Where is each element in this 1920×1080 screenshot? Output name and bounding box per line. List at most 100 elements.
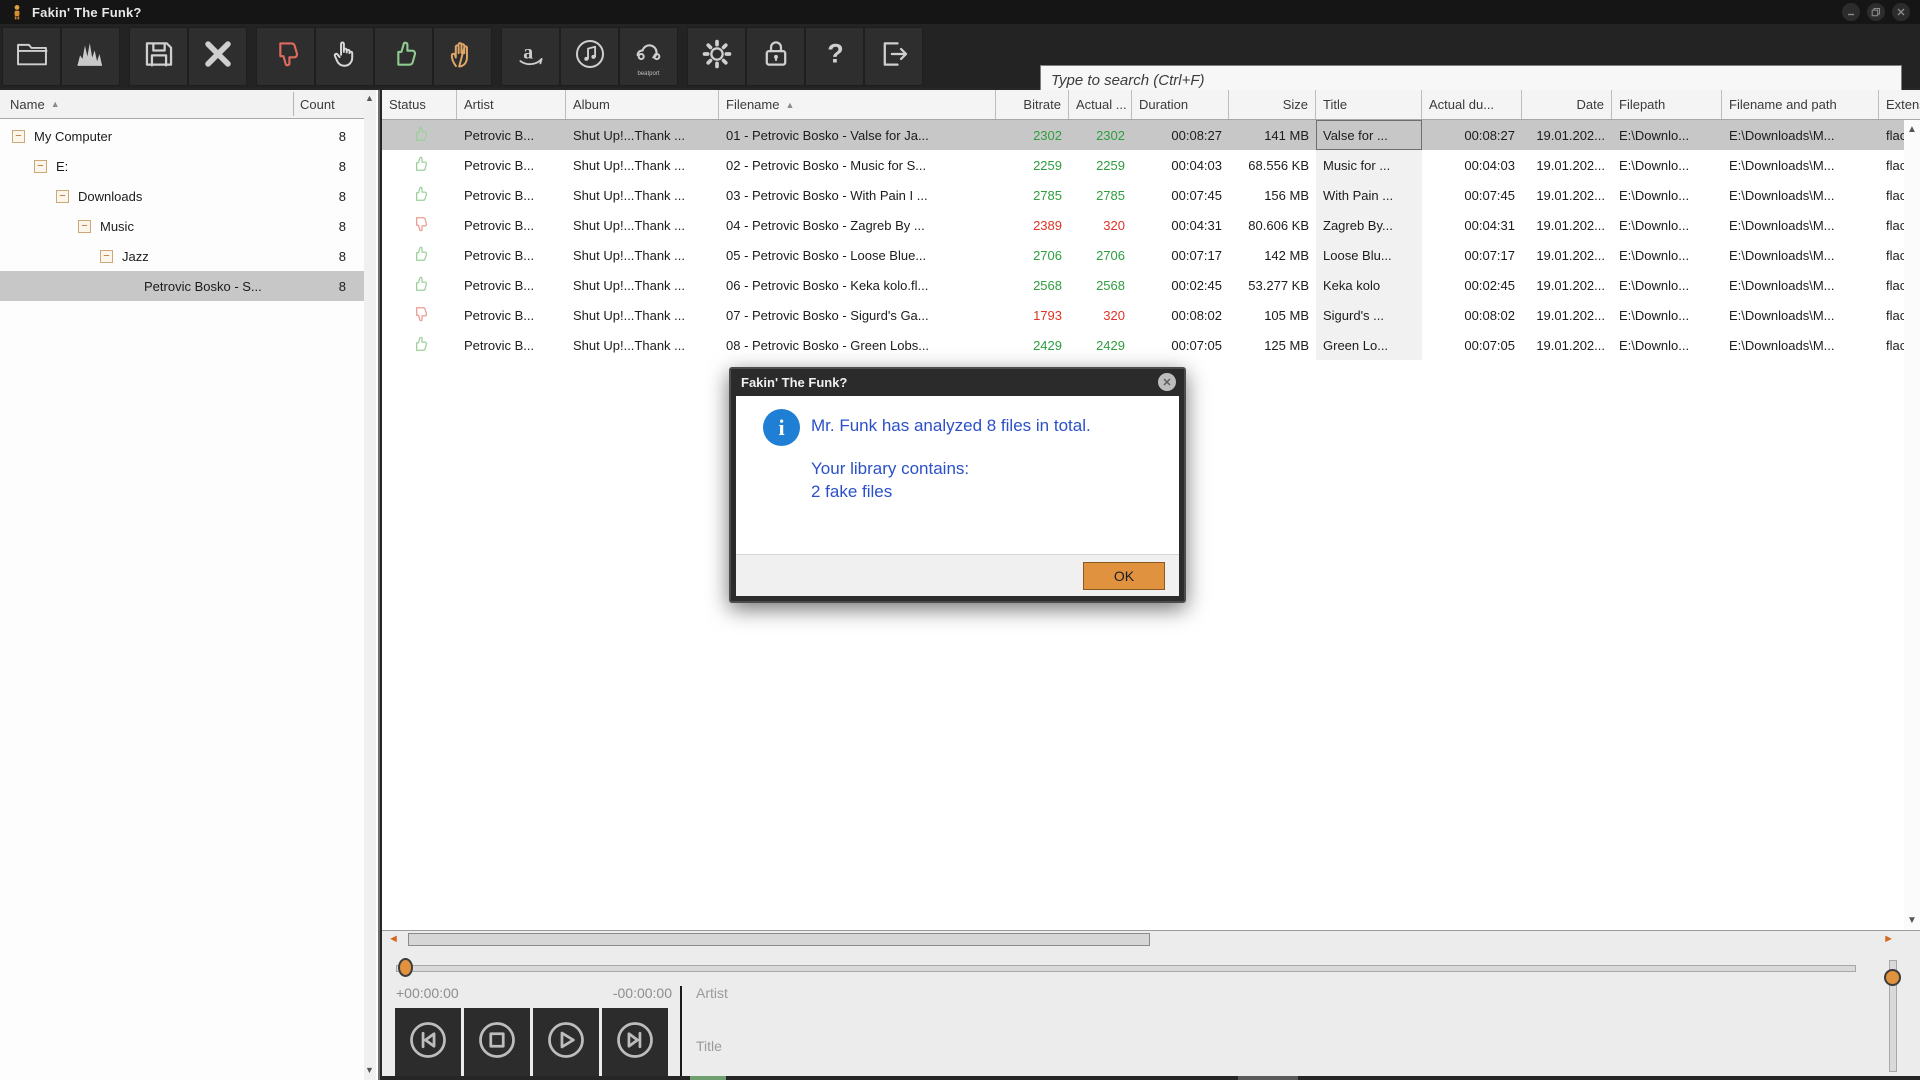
column-header-filename_and_path[interactable]: Filename and path: [1722, 90, 1879, 119]
cell-artist: Petrovic B...: [457, 300, 566, 330]
table-row[interactable]: Petrovic B...Shut Up!...Thank ...05 - Pe…: [382, 240, 1920, 270]
column-header-label: Album: [573, 97, 610, 112]
cell-artist: Petrovic B...: [457, 180, 566, 210]
scroll-down-icon[interactable]: ▼: [365, 1065, 374, 1075]
cell-album: Shut Up!...Thank ...: [566, 270, 719, 300]
table-row[interactable]: Petrovic B...Shut Up!...Thank ...07 - Pe…: [382, 300, 1920, 330]
skip-back-button[interactable]: [395, 1008, 461, 1076]
pointing-finger-button[interactable]: [316, 28, 373, 85]
tree-item-downloads[interactable]: −Downloads8: [0, 181, 366, 211]
table-row[interactable]: Petrovic B...Shut Up!...Thank ...03 - Pe…: [382, 180, 1920, 210]
player-bar: +00:00:00 -00:00:00 Artist Title: [382, 948, 1920, 1076]
tree-item-music[interactable]: −Music8: [0, 211, 366, 241]
settings-gear-icon: [700, 37, 734, 76]
column-header-artist[interactable]: Artist: [457, 90, 566, 119]
table-row[interactable]: Petrovic B...Shut Up!...Thank ...04 - Pe…: [382, 210, 1920, 240]
table-row[interactable]: Petrovic B...Shut Up!...Thank ...08 - Pe…: [382, 330, 1920, 360]
dialog-close-icon[interactable]: ✕: [1158, 373, 1176, 391]
skip-forward-button[interactable]: [602, 1008, 668, 1076]
column-header-actual_bitrate[interactable]: Actual ...: [1069, 90, 1132, 119]
amazon-button[interactable]: a: [502, 28, 559, 85]
cell-date: 19.01.202...: [1522, 270, 1612, 300]
column-header-filepath[interactable]: Filepath: [1612, 90, 1722, 119]
stop-hand-button[interactable]: [434, 28, 491, 85]
column-header-status[interactable]: Status: [382, 90, 457, 119]
lock-button[interactable]: [747, 28, 804, 85]
cell-album: Shut Up!...Thank ...: [566, 330, 719, 360]
collapse-icon[interactable]: −: [12, 130, 25, 143]
column-header-title[interactable]: Title: [1316, 90, 1422, 119]
help-icon: ?: [818, 37, 852, 76]
scroll-down-icon[interactable]: ▼: [1907, 915, 1917, 926]
play-icon: [544, 1018, 588, 1067]
scroll-left-icon[interactable]: ◄: [388, 933, 399, 945]
cell-status: [382, 330, 457, 360]
scroll-up-icon[interactable]: ▲: [365, 93, 374, 103]
collapse-icon[interactable]: −: [56, 190, 69, 203]
exit-button[interactable]: [865, 28, 922, 85]
collapse-icon[interactable]: −: [78, 220, 91, 233]
tree-header[interactable]: Name ▲ Count: [0, 90, 366, 119]
cell-album: Shut Up!...Thank ...: [566, 180, 719, 210]
column-header-duration[interactable]: Duration: [1132, 90, 1229, 119]
collapse-icon[interactable]: −: [100, 250, 113, 263]
seek-slider-handle[interactable]: [398, 958, 413, 977]
ok-button[interactable]: OK: [1083, 562, 1165, 590]
now-playing-title-label: Title: [696, 1038, 722, 1054]
seek-slider[interactable]: [396, 965, 1856, 972]
scrollbar-thumb[interactable]: [408, 933, 1150, 946]
column-header-bitrate[interactable]: Bitrate: [996, 90, 1069, 119]
minimize-icon[interactable]: [1842, 3, 1860, 21]
table-row[interactable]: Petrovic B...Shut Up!...Thank ...01 - Pe…: [382, 120, 1920, 150]
open-folder-button[interactable]: [3, 28, 60, 85]
thumbs-up-button[interactable]: [375, 28, 432, 85]
table-vertical-scrollbar[interactable]: ▲ ▼: [1904, 120, 1920, 930]
column-header-filename[interactable]: Filename▲: [719, 90, 996, 119]
save-icon: [142, 37, 176, 76]
help-button[interactable]: ?: [806, 28, 863, 85]
itunes-button[interactable]: [561, 28, 618, 85]
now-playing-artist-label: Artist: [696, 985, 728, 1001]
cell-actual_duration: 00:04:31: [1422, 210, 1522, 240]
play-button[interactable]: [533, 1008, 599, 1076]
remove-button[interactable]: [189, 28, 246, 85]
beatport-button[interactable]: beatport: [620, 28, 677, 85]
table-row[interactable]: Petrovic B...Shut Up!...Thank ...06 - Pe…: [382, 270, 1920, 300]
table-horizontal-scrollbar[interactable]: ◄ ►: [382, 930, 1920, 948]
save-button[interactable]: [130, 28, 187, 85]
thumbs-down-button[interactable]: [257, 28, 314, 85]
app-window: Fakin' The Funk? abeatport ? Name ▲ Coun…: [0, 0, 1920, 1080]
column-header-album[interactable]: Album: [566, 90, 719, 119]
cell-filename: 07 - Petrovic Bosko - Sigurd's Ga...: [719, 300, 996, 330]
tree-item-e[interactable]: −E:8: [0, 151, 366, 181]
toolbar-groups: a beatport ?: [2, 27, 923, 86]
tree-item-label: My Computer: [34, 129, 112, 144]
cell-duration: 00:07:05: [1132, 330, 1229, 360]
cell-size: 141 MB: [1229, 120, 1316, 150]
column-header-extension[interactable]: Extension: [1879, 90, 1920, 119]
dialog-message: 2 fake files: [811, 482, 892, 502]
tree-item-petrovic-bosko-s[interactable]: Petrovic Bosko - S...8: [0, 271, 366, 301]
column-header-size[interactable]: Size: [1229, 90, 1316, 119]
tree-item-jazz[interactable]: −Jazz8: [0, 241, 366, 271]
tree-item-my-computer[interactable]: −My Computer8: [0, 121, 366, 151]
stop-button[interactable]: [464, 1008, 530, 1076]
spectrum-button[interactable]: [62, 28, 119, 85]
column-header-date[interactable]: Date: [1522, 90, 1612, 119]
scroll-right-icon[interactable]: ►: [1883, 933, 1894, 945]
column-header-actual_duration[interactable]: Actual du...: [1422, 90, 1522, 119]
cell-artist: Petrovic B...: [457, 270, 566, 300]
collapse-icon[interactable]: −: [34, 160, 47, 173]
scroll-up-icon[interactable]: ▲: [1907, 124, 1917, 135]
close-icon[interactable]: [1892, 3, 1910, 21]
restore-icon[interactable]: [1867, 3, 1885, 21]
volume-slider-handle[interactable]: [1884, 969, 1901, 986]
tree-scrollbar[interactable]: ▲ ▼: [364, 90, 376, 1080]
cell-date: 19.01.202...: [1522, 240, 1612, 270]
table-row[interactable]: Petrovic B...Shut Up!...Thank ...02 - Pe…: [382, 150, 1920, 180]
tree-header-count[interactable]: Count: [300, 97, 335, 112]
toolbar-group: [2, 27, 120, 86]
settings-gear-button[interactable]: [688, 28, 745, 85]
tree-header-name[interactable]: Name: [10, 97, 45, 112]
cell-artist: Petrovic B...: [457, 150, 566, 180]
